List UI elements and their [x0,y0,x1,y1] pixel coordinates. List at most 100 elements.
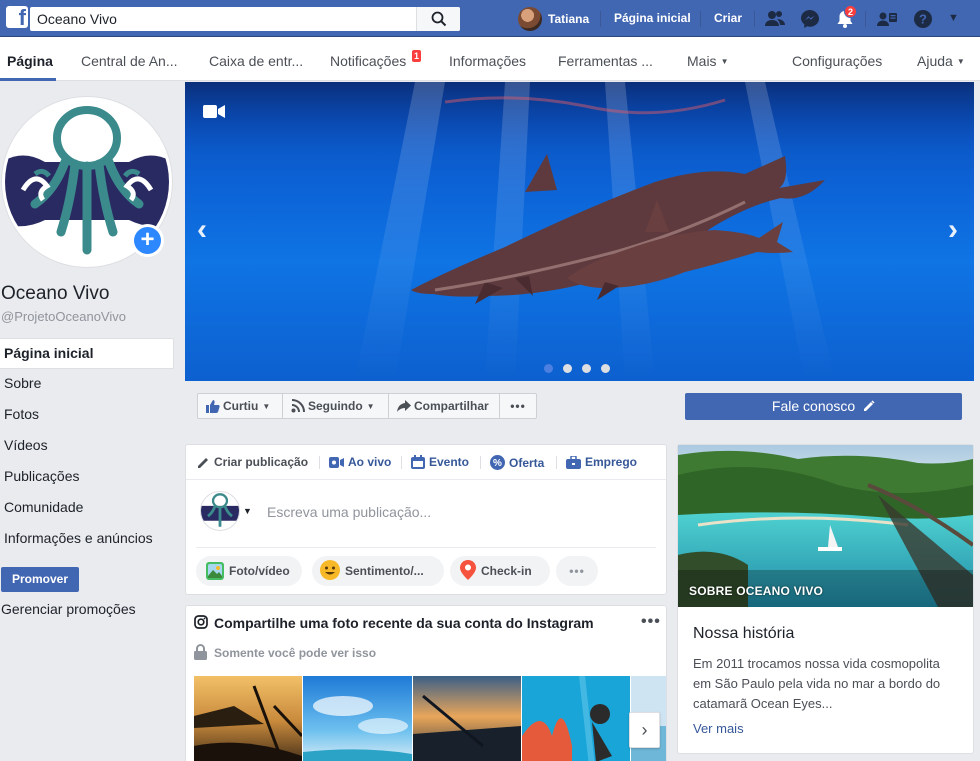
create-link[interactable]: Criar [714,11,742,25]
post-text-input[interactable] [267,502,647,522]
divider [319,456,320,469]
instagram-card-title: Compartilhe uma foto recente da sua cont… [214,615,594,631]
sidebar-item-videos[interactable]: Vídeos [0,431,174,462]
avatar [518,6,542,31]
tab-label: Página [7,53,53,69]
tab-insights[interactable]: Informações [449,37,526,81]
sidebar-item-info-and-ads[interactable]: Informações e anúncios [0,524,174,555]
carousel-dot[interactable] [582,364,591,373]
more-dots-icon: ••• [569,564,585,578]
tab-job[interactable]: Emprego [566,455,637,469]
more-composer-options-button[interactable]: ••• [556,556,598,586]
carousel-dot[interactable] [563,364,572,373]
check-in-button[interactable]: Check-in [450,556,550,586]
page-username[interactable]: @ProjetoOceanoVivo [1,309,126,324]
sidebar-item-photos[interactable]: Fotos [0,400,174,431]
tab-notifications[interactable]: Notificações [330,37,406,81]
follow-page-button[interactable]: Seguindo ▼ [282,393,389,419]
share-label: Compartilhar [414,399,489,413]
search-input[interactable] [30,7,416,31]
about-card: Sobre Oceano Vivo Nossa história Em 2011… [677,444,974,754]
divider [600,11,601,27]
share-page-button[interactable]: Compartilhar [388,393,500,419]
instagram-thumbnail[interactable] [522,676,630,761]
instagram-next-arrow-icon[interactable]: › [629,712,660,748]
notifications-badge: 2 [844,5,857,18]
divider [754,11,755,27]
tab-inbox[interactable]: Caixa de entr... [209,37,303,81]
composer-tab-label: Ao vivo [348,455,392,469]
sidebar-item-community[interactable]: Comunidade [0,493,174,524]
friend-requests-icon[interactable] [764,8,786,30]
location-pin-icon [460,560,476,580]
add-photo-button[interactable]: + [131,224,164,257]
search-button[interactable] [416,7,460,31]
tab-more[interactable]: Mais ▼ [687,37,728,81]
carousel-next-arrow-icon[interactable]: › [948,213,958,247]
divider [196,547,656,548]
see-more-link[interactable]: Ver mais [693,721,744,736]
divider [480,456,481,469]
chevron-down-icon[interactable]: ▼ [948,12,959,24]
tab-create-post[interactable]: Criar publicação [197,455,308,469]
sidebar-item-posts[interactable]: Publicações [0,462,174,493]
help-icon[interactable]: ? [912,8,934,30]
divider [401,456,402,469]
tab-event[interactable]: Evento [411,455,469,469]
carousel-dot[interactable] [544,364,553,373]
like-page-button[interactable]: Curtiu ▼ [197,393,283,419]
bay-landscape-image [678,445,973,607]
more-dots-icon[interactable]: ••• [641,613,661,631]
carousel-prev-arrow-icon[interactable]: ‹ [197,213,207,247]
plus-icon: + [134,227,161,254]
page-avatar[interactable] [200,491,240,531]
offer-percent-icon: % [490,455,505,470]
messenger-icon[interactable] [799,8,821,30]
octopus-logo-icon [201,493,239,527]
composer-tab-label: Criar publicação [214,455,309,469]
cover-dolphins-image [185,82,974,381]
sidebar-item-home[interactable]: Página inicial [0,338,174,369]
tab-publishing-tools[interactable]: Ferramentas ... [558,37,653,81]
instagram-share-card: Compartilhe uma foto recente da sua cont… [185,605,667,761]
search-box [30,7,460,31]
home-link[interactable]: Página inicial [614,11,691,25]
tab-label: Notificações [330,53,407,69]
account-switcher-icon[interactable] [876,8,898,30]
tab-ads-center[interactable]: Central de An... [81,37,178,81]
profile-shortcut[interactable]: Tatiana [518,6,589,31]
tab-go-live[interactable]: Ao vivo [329,455,391,469]
pill-label: Foto/vídeo [229,564,290,578]
caret-down-icon[interactable]: ▼ [243,506,252,516]
manage-promotions-link[interactable]: Gerenciar promoções [1,601,136,617]
about-cover-photo[interactable]: Sobre Oceano Vivo [678,445,973,607]
page-title: Oceano Vivo [1,283,110,304]
post-composer: Criar publicação Ao vivo Evento % Oferta … [185,444,667,595]
instagram-thumbnail[interactable] [413,676,521,761]
video-camera-icon [203,105,225,118]
tab-label: Ajuda [917,53,953,69]
tab-label: Informações [449,53,527,69]
divider [700,11,701,27]
contact-us-button[interactable]: Fale conosco [685,393,962,420]
contact-label: Fale conosco [771,398,856,414]
tab-offer[interactable]: % Oferta [490,455,544,470]
facebook-logo-icon[interactable]: f [6,6,28,28]
follow-label: Seguindo [308,399,363,413]
instagram-thumbnail[interactable] [194,676,302,761]
svg-text:?: ? [919,12,927,27]
promote-button[interactable]: Promover [1,567,79,592]
more-options-button[interactable]: ••• [499,393,537,419]
sidebar-item-about[interactable]: Sobre [0,369,174,400]
carousel-dot[interactable] [601,364,610,373]
tab-help[interactable]: Ajuda ▼ [917,37,965,81]
photo-video-button[interactable]: Foto/vídeo [196,556,302,586]
calendar-icon [411,455,425,469]
tab-page[interactable]: Página [0,37,56,81]
tab-settings[interactable]: Configurações [792,37,882,81]
feeling-activity-button[interactable]: Sentimento/... [312,556,444,586]
tab-label: Ferramentas ... [558,53,653,69]
cover-video-carousel[interactable]: ‹ › [185,82,974,381]
tab-label: Configurações [792,53,883,69]
instagram-thumbnail[interactable] [303,676,412,761]
